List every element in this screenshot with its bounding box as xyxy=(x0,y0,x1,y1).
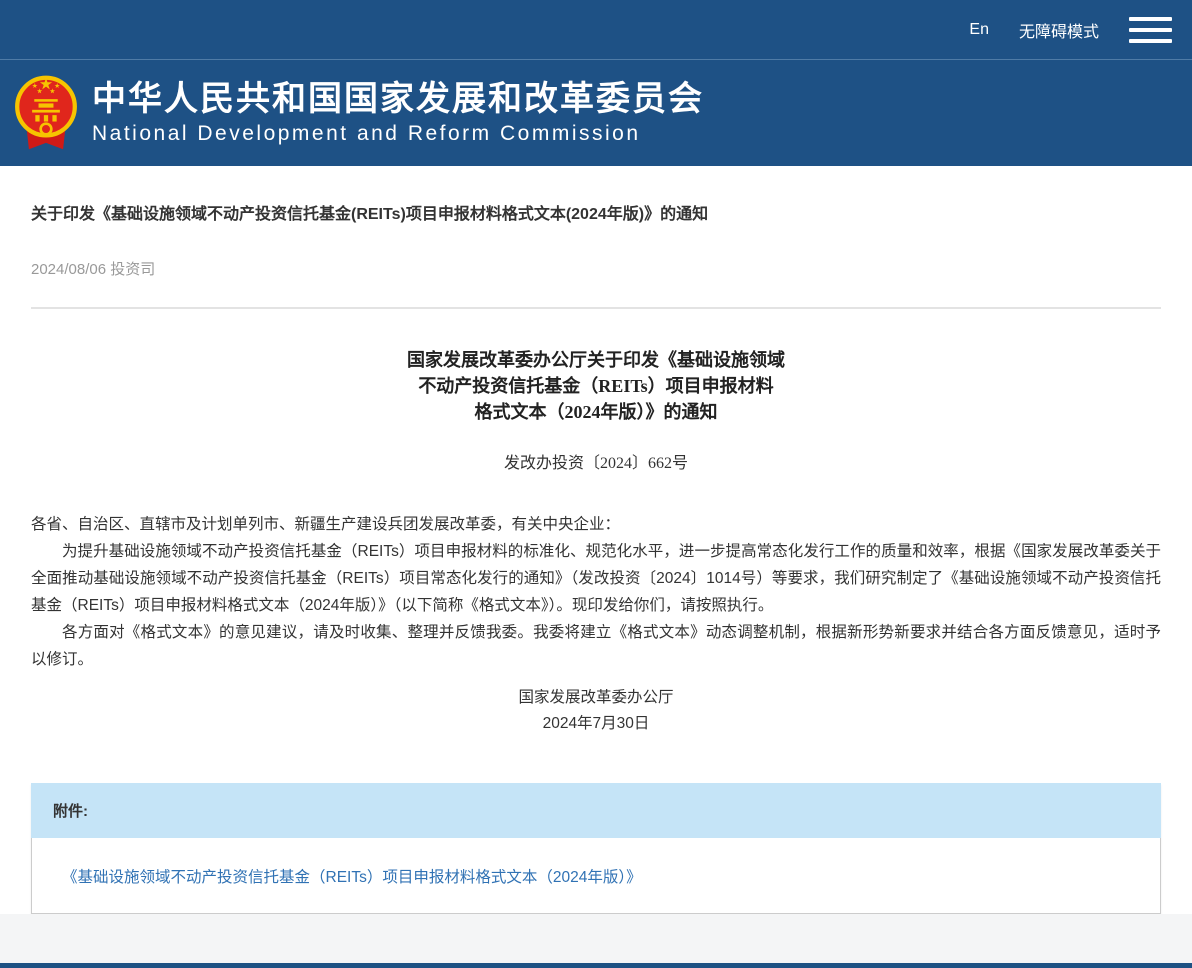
page-title: 关于印发《基础设施领域不动产投资信托基金(REITs)项目申报材料格式文本(20… xyxy=(31,200,1161,224)
article-content: 关于印发《基础设施领域不动产投资信托基金(REITs)项目申报材料格式文本(20… xyxy=(0,166,1192,914)
document-title-line: 不动产投资信托基金（REITs）项目申报材料 xyxy=(31,373,1161,399)
paragraph-salutation: 各省、自治区、直辖市及计划单列市、新疆生产建设兵团发展改革委，有关中央企业： xyxy=(31,511,1161,538)
org-name-chinese: 中华人民共和国国家发展和改革委员会 xyxy=(92,81,704,118)
document-number: 发改办投资〔2024〕662号 xyxy=(31,449,1161,473)
attachment-section: 附件: 《基础设施领域不动产投资信托基金（REITs）项目申报材料格式文本（20… xyxy=(31,783,1161,914)
language-switch-link[interactable]: En xyxy=(969,21,989,39)
accessibility-mode-link[interactable]: 无障碍模式 xyxy=(1019,18,1099,42)
document-title-line: 国家发展改革委办公厅关于印发《基础设施领域 xyxy=(31,347,1161,373)
menu-hamburger-icon[interactable] xyxy=(1129,6,1172,54)
title-divider xyxy=(31,307,1161,309)
attachment-header-label: 附件: xyxy=(31,783,1161,838)
paragraph-feedback: 各方面对《格式文本》的意见建议，请及时收集、整理并反馈我委。我委将建立《格式文本… xyxy=(31,619,1161,673)
signature-date: 2024年7月30日 xyxy=(31,711,1161,737)
attachment-list: 《基础设施领域不动产投资信托基金（REITs）项目申报材料格式文本（2024年版… xyxy=(31,838,1161,914)
footer-spacer xyxy=(0,914,1192,963)
signature-block: 国家发展改革委办公厅 2024年7月30日 xyxy=(31,685,1161,737)
footer-accent-bar xyxy=(0,963,1192,968)
site-masthead: 中华人民共和国国家发展和改革委员会 National Development a… xyxy=(0,60,1192,166)
top-utility-bar: En 无障碍模式 xyxy=(0,0,1192,60)
paragraph-main: 为提升基础设施领域不动产投资信托基金（REITs）项目申报材料的标准化、规范化水… xyxy=(31,538,1161,619)
document-body: 各省、自治区、直辖市及计划单列市、新疆生产建设兵团发展改革委，有关中央企业： 为… xyxy=(31,511,1161,673)
attachment-download-link[interactable]: 《基础设施领域不动产投资信托基金（REITs）项目申报材料格式文本（2024年版… xyxy=(62,865,642,887)
document-title: 国家发展改革委办公厅关于印发《基础设施领域 不动产投资信托基金（REITs）项目… xyxy=(31,347,1161,425)
signature-organization: 国家发展改革委办公厅 xyxy=(31,685,1161,711)
publish-date-and-department: 2024/08/06 投资司 xyxy=(31,258,1161,279)
document-title-line: 格式文本（2024年版）》的通知 xyxy=(31,399,1161,425)
national-emblem-logo[interactable] xyxy=(14,68,78,158)
org-name-english: National Development and Reform Commissi… xyxy=(92,122,704,145)
